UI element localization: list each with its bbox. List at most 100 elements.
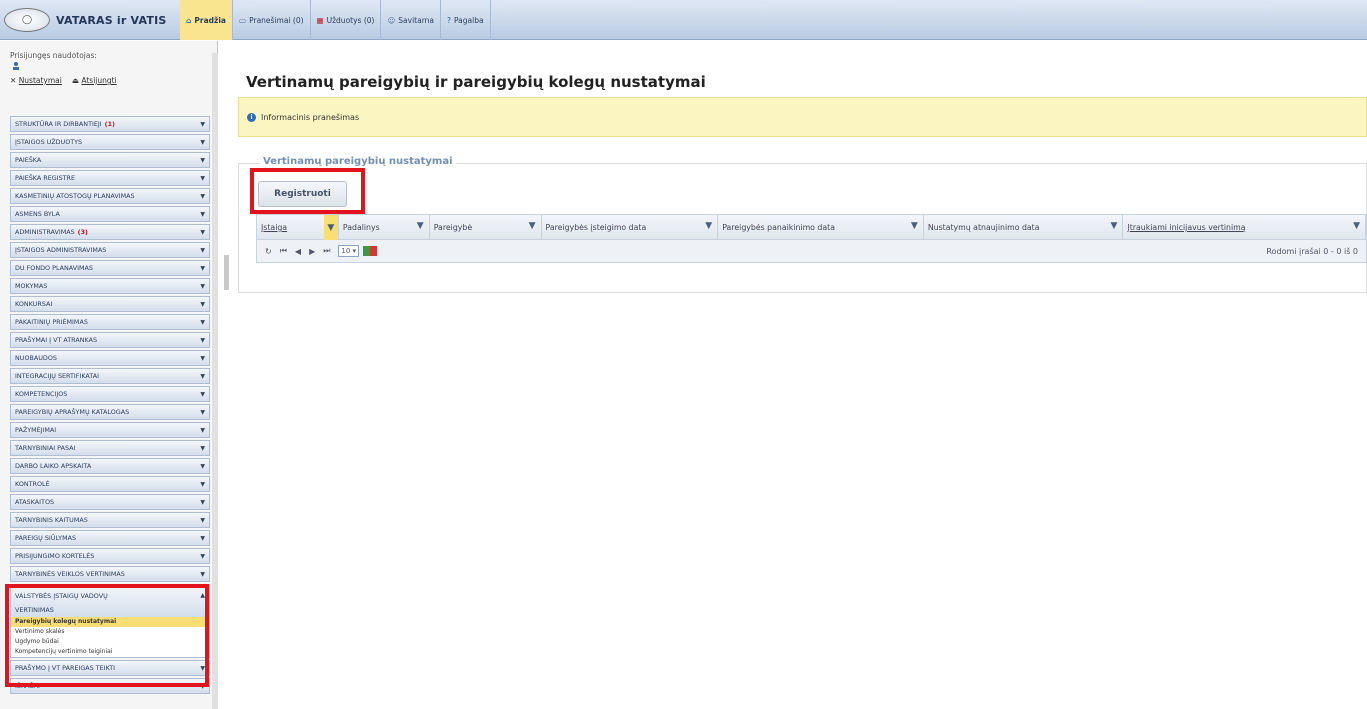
sidebar-menu-item[interactable]: ATASKAITOS ▼ <box>10 494 210 510</box>
chevron-down-icon: ▼ <box>200 265 205 272</box>
top-nav-label: Užduotys (0) <box>326 15 375 25</box>
filter-icon[interactable]: ▼ <box>1353 221 1360 231</box>
calendar-icon: ▦ <box>316 15 324 25</box>
chevron-down-icon: ▼ <box>200 481 205 488</box>
chevron-down-icon: ▼ <box>200 391 205 398</box>
top-nav: ⌂ Pradžia ▭ Pranešimai (0) ▦ Užduotys (0) ☺ Sav… <box>180 0 491 40</box>
column-label: Padalinys <box>342 223 380 232</box>
sidebar-menu-item[interactable]: KOMPETENCIJOS ▼ <box>10 386 210 402</box>
highlight-register <box>250 168 365 214</box>
sidebar-menu-item[interactable]: DU FONDO PLANAVIMAS ▼ <box>10 260 210 276</box>
menu-item-label: DARBO LAIKO APSKAITA <box>15 462 92 470</box>
first-page-icon[interactable]: ⏮ <box>280 246 287 256</box>
sidebar-menu-item[interactable]: MOKYMAS ▼ <box>10 278 210 294</box>
grid-header: Įstaiga ▼ Padalinys ▼ Pareigybė ▼ Pareigybės į… <box>257 215 1367 240</box>
top-nav-item-1[interactable]: ▭ Pranešimai (0) <box>233 0 311 40</box>
sidebar-menu-item[interactable]: KONTROLĖ ▼ <box>10 476 210 492</box>
sidebar-menu-item[interactable]: KONKURSAI ▼ <box>10 296 210 312</box>
grid-column-header[interactable]: Padalinys ▼ <box>339 215 430 240</box>
menu-item-label: MOKYMAS <box>15 282 48 290</box>
sidebar-menu-item[interactable]: KASMETINIŲ ATOSTOGŲ PLANAVIMAS ▼ <box>10 188 210 204</box>
grid-column-header[interactable]: Pareigybės panaikinimo data ▼ <box>718 215 924 240</box>
sidebar-menu-item[interactable]: TARNYBINIS KAITUMAS ▼ <box>10 512 210 528</box>
column-label: Įstaiga <box>261 223 288 232</box>
menu-item-badge: (3) <box>77 228 88 236</box>
sidebar-menu-item[interactable]: TARNYBINIAI PASAI ▼ <box>10 440 210 456</box>
menu-item-label: KOMPETENCIJOS <box>15 390 68 398</box>
top-nav-item-0[interactable]: ⌂ Pradžia <box>180 0 233 40</box>
top-nav-item-3[interactable]: ☺ Savitarna <box>381 0 441 40</box>
sidebar-menu-item[interactable]: STRUKTŪRA IR DIRBANTIEJI (1) ▼ <box>10 116 210 132</box>
sidebar-menu-item[interactable]: PAKAITINIŲ PRIĖMIMAS ▼ <box>10 314 210 330</box>
info-message: i Informacinis pranešimas <box>238 97 1367 137</box>
sidebar-menu-item[interactable]: PAIEŠKA REGISTRE ▼ <box>10 170 210 186</box>
menu-item-label: PRAŠYMAI Į VT ATRANKAS <box>15 336 98 344</box>
chevron-down-icon: ▼ <box>200 121 205 128</box>
last-page-icon[interactable]: ⏭ <box>323 246 330 256</box>
page-title: Vertinamų pareigybių ir pareigybių koleg… <box>246 73 706 91</box>
info-icon: i <box>247 112 256 122</box>
user-icon <box>13 62 19 70</box>
filter-icon[interactable]: ▼ <box>323 215 338 240</box>
menu-item-label: DU FONDO PLANAVIMAS <box>15 264 93 272</box>
chevron-down-icon: ▼ <box>200 463 205 470</box>
filter-icon[interactable]: ▼ <box>911 221 918 231</box>
sidebar-menu-item[interactable]: PRAŠYMAI Į VT ATRANKAS ▼ <box>10 332 210 348</box>
prev-page-icon[interactable]: ◀ <box>295 247 301 256</box>
sidebar-menu-item[interactable]: PAŽYMĖJIMAI ▼ <box>10 422 210 438</box>
settings-link[interactable]: ✕ Nustatymai <box>10 76 62 85</box>
filter-icon[interactable]: ▼ <box>417 221 424 231</box>
chevron-down-icon: ▼ <box>200 283 205 290</box>
chevron-down-icon: ▼ <box>200 301 205 308</box>
sidebar-menu-item[interactable]: INTEGRACIJŲ SERTIFIKATAI ▼ <box>10 368 210 384</box>
chevron-down-icon: ▼ <box>200 535 205 542</box>
grid-column-header[interactable]: Nustatymų atnaujinimo data ▼ <box>924 215 1124 240</box>
logout-link[interactable]: ⏏ Atsijungti <box>72 76 117 85</box>
chevron-down-icon: ▼ <box>200 571 205 578</box>
page-size-select[interactable]: 10 ▾ <box>338 245 360 257</box>
filter-icon[interactable]: ▼ <box>1111 221 1118 231</box>
chevron-down-icon: ▼ <box>200 229 205 236</box>
sidebar-menu-item[interactable]: PRISIJUNGIMO KORTELĖS ▼ <box>10 548 210 564</box>
grid-column-header[interactable]: Įtraukiami inicijavus vertinimą ▼ <box>1123 215 1367 240</box>
sidebar-menu-item[interactable]: PAIEŠKA ▼ <box>10 152 210 168</box>
sidebar-scrollbar[interactable] <box>212 53 218 709</box>
menu-item-label: TARNYBINIAI PASAI <box>15 444 76 452</box>
grid-column-header[interactable]: Pareigybės įsteigimo data ▼ <box>542 215 719 240</box>
sidebar-menu-item[interactable]: ASMENS BYLA ▼ <box>10 206 210 222</box>
app-logo[interactable]: ◯ VATARAS ir VATIS <box>4 6 176 34</box>
export-icon[interactable] <box>363 246 378 256</box>
content-scroll-thumb[interactable] <box>224 255 229 290</box>
chevron-down-icon: ▼ <box>200 211 205 218</box>
top-nav-label: Savitarna <box>398 15 434 25</box>
top-nav-item-2[interactable]: ▦ Užduotys (0) <box>311 0 382 40</box>
column-label: Nustatymų atnaujinimo data <box>927 223 1040 232</box>
sidebar-menu-item[interactable]: DARBO LAIKO APSKAITA ▼ <box>10 458 210 474</box>
top-bar: ◯ VATARAS ir VATIS ⌂ Pradžia ▭ Pranešimai (… <box>0 0 1367 40</box>
column-label: Pareigybės įsteigimo data <box>545 223 647 232</box>
sidebar-menu-item[interactable]: ĮSTAIGOS UŽDUOTYS ▼ <box>10 134 210 150</box>
column-label: Pareigybė <box>433 223 473 232</box>
grid-column-header[interactable]: Pareigybė ▼ <box>430 215 542 240</box>
filter-icon[interactable]: ▼ <box>529 221 536 231</box>
sidebar-menu-item[interactable]: TARNYBINĖS VEIKLOS VERTINIMAS ▼ <box>10 566 210 582</box>
sidebar-menu-item[interactable]: PAREIGYBIŲ APRAŠYMŲ KATALOGAS ▼ <box>10 404 210 420</box>
logout-icon: ⏏ <box>71 76 79 85</box>
chevron-down-icon: ▼ <box>200 247 205 254</box>
top-nav-item-4[interactable]: ? Pagalba <box>441 0 491 40</box>
sidebar-menu-item[interactable]: PAREIGŲ SIŪLYMAS ▼ <box>10 530 210 546</box>
sidebar-menu-item[interactable]: ĮSTAIGOS ADMINISTRAVIMAS ▼ <box>10 242 210 258</box>
menu-item-label: PAKAITINIŲ PRIĖMIMAS <box>15 318 88 326</box>
next-page-icon[interactable]: ▶ <box>309 247 315 256</box>
grid-column-header[interactable]: Įstaiga ▼ <box>257 215 339 240</box>
top-nav-label: Pranešimai (0) <box>249 15 304 25</box>
highlight-menu <box>5 584 209 687</box>
sidebar-menu-item[interactable]: NUOBAUDOS ▼ <box>10 350 210 366</box>
filter-icon[interactable]: ▼ <box>705 221 712 231</box>
user-links: ✕ Nustatymai ⏏ Atsijungti <box>10 76 117 85</box>
data-grid: Įstaiga ▼ Padalinys ▼ Pareigybė ▼ Pareigybės į… <box>256 214 1367 263</box>
menu-item-label: KASMETINIŲ ATOSTOGŲ PLANAVIMAS <box>15 192 135 200</box>
refresh-icon[interactable]: ↻ <box>265 247 272 256</box>
menu-item-label: ĮSTAIGOS ADMINISTRAVIMAS <box>15 246 107 254</box>
sidebar-menu-item[interactable]: ADMINISTRAVIMAS (3) ▼ <box>10 224 210 240</box>
